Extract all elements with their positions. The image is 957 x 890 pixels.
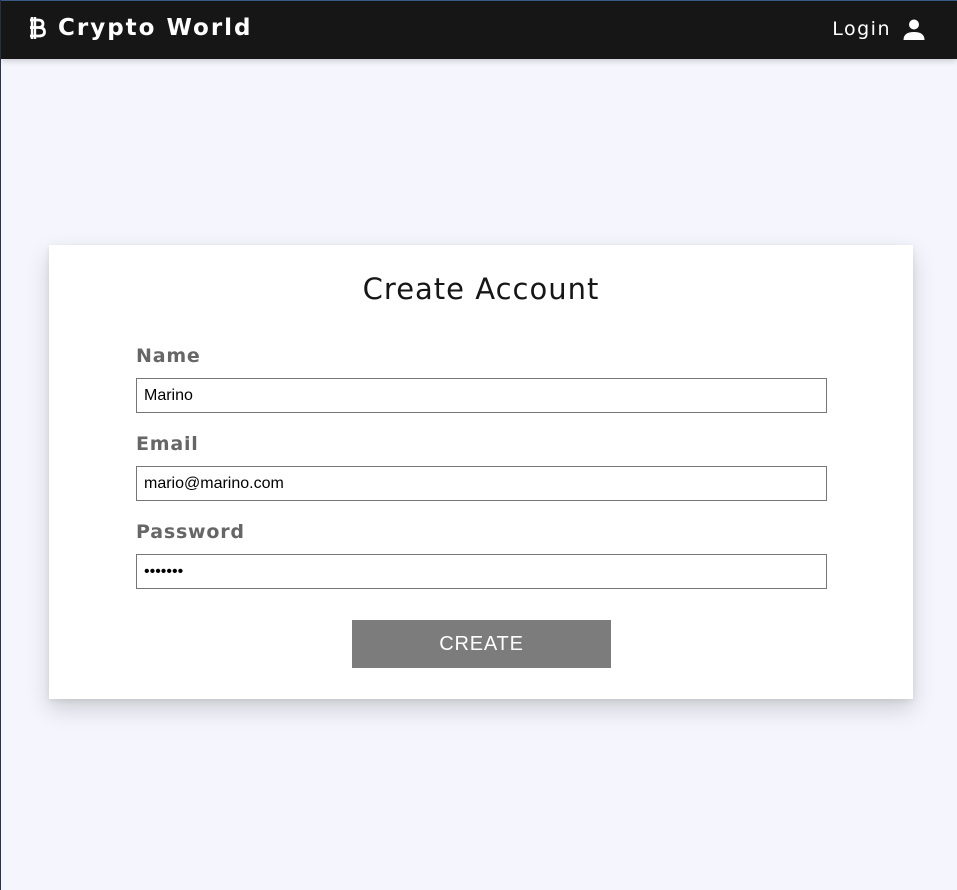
brand[interactable]: Crypto World <box>27 13 253 43</box>
email-label: Email <box>136 433 199 455</box>
top-navbar: Crypto World Login <box>1 0 957 59</box>
form-title: Create Account <box>362 272 600 306</box>
email-input[interactable] <box>136 466 827 501</box>
password-input[interactable] <box>136 554 827 589</box>
login-label: Login <box>832 18 891 40</box>
brand-title: Crypto World <box>58 15 253 41</box>
login-link[interactable]: Login <box>832 16 926 42</box>
password-label: Password <box>136 521 245 543</box>
bitcoin-icon <box>27 13 47 43</box>
create-button[interactable]: CREATE <box>352 620 611 668</box>
user-icon <box>902 17 926 41</box>
name-input[interactable] <box>136 378 827 413</box>
name-label: Name <box>136 345 201 367</box>
create-account-card: Create Account Name Email Password CREAT… <box>49 245 913 699</box>
